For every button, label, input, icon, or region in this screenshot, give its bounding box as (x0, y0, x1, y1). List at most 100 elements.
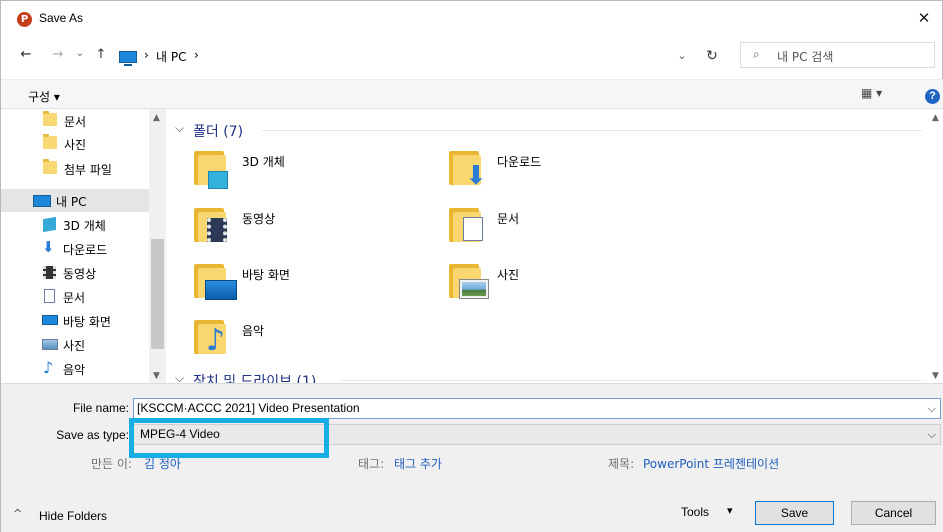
breadcrumb-this-pc[interactable]: 내 PC (156, 48, 186, 65)
file-name-value: [KSCCM·ACCC 2021] Video Presentation (137, 401, 360, 415)
picture-icon (42, 339, 58, 350)
content-scrollbar[interactable]: ▲ ▼ (927, 109, 943, 383)
nav-item-label: 문서 (63, 291, 86, 305)
file-name-input[interactable]: [KSCCM·ACCC 2021] Video Presentation ⌵ (133, 398, 941, 419)
nav-item-pictures-pc[interactable]: 사진 (1, 333, 149, 356)
scroll-down-arrow[interactable]: ▼ (153, 371, 160, 381)
scroll-up-arrow[interactable]: ▲ (153, 113, 160, 123)
folder-tile-desktop[interactable]: 바탕 화면 (194, 262, 414, 308)
nav-item-label: 첨부 파일 (64, 163, 112, 177)
download-icon: ⬇ (42, 238, 55, 256)
drives-group-chevron[interactable]: ⌵ (175, 371, 184, 383)
nav-item-3d-objects[interactable]: 3D 개체 (1, 213, 149, 236)
download-icon: ⬇ (465, 161, 487, 191)
search-box[interactable]: ⌕ 내 PC 검색 (740, 42, 935, 68)
nav-item-label: 문서 (64, 115, 87, 129)
highlight-annotation (129, 418, 329, 458)
nav-item-label: 내 PC (56, 195, 87, 209)
file-list: ⌵ 폴더 (7) 3D 개체 ⬇ 다운로드 동영상 문서 바탕 화면 사진 ♪ … (166, 109, 943, 383)
nav-item-label: 동영상 (63, 267, 97, 281)
drives-group-header[interactable]: 장치 및 드라이브 (1) (193, 371, 316, 383)
save-as-dialog: P Save As ✕ ← → ⌄ ↑ › 내 PC › ⌄ ↻ ⌕ 내 PC … (0, 0, 943, 532)
nav-item-label: 사진 (63, 339, 86, 353)
scroll-down-arrow[interactable]: ▼ (932, 371, 939, 381)
powerpoint-icon: P (17, 12, 32, 27)
folder-icon (43, 134, 57, 149)
folder-tile-3d-objects[interactable]: 3D 개체 (194, 149, 414, 195)
tags-label: 태그: (358, 457, 385, 471)
chevron-up-icon: ^ (13, 507, 23, 520)
music-icon: ♪ (43, 358, 54, 377)
up-button[interactable]: ↑ (90, 44, 112, 66)
folder-tile-downloads[interactable]: ⬇ 다운로드 (449, 149, 669, 195)
chevron-down-icon[interactable]: ⌵ (928, 399, 936, 418)
tools-button[interactable]: Tools ▾ (673, 500, 745, 524)
folder-tile-videos[interactable]: 동영상 (194, 206, 414, 252)
tags-value[interactable]: 태그 추가 (394, 455, 442, 472)
close-button[interactable]: ✕ (912, 7, 936, 29)
dialog-title: Save As (39, 11, 84, 25)
nav-scrollbar[interactable]: ▲ ▼ (149, 109, 166, 383)
breadcrumb-chevron[interactable]: › (194, 48, 199, 62)
nav-item-documents[interactable]: 문서 (1, 109, 149, 132)
document-icon (44, 289, 55, 303)
forward-button[interactable]: → (47, 44, 69, 66)
authors-value[interactable]: 김 정아 (144, 455, 181, 472)
folders-group-chevron[interactable]: ⌵ (175, 121, 184, 136)
nav-item-documents-pc[interactable]: 문서 (1, 285, 149, 308)
organize-button[interactable]: 구성 ▾ (28, 88, 60, 105)
nav-item-label: 음악 (63, 363, 86, 377)
chevron-down-icon[interactable]: ⌵ (928, 425, 936, 444)
nav-item-label: 3D 개체 (63, 219, 106, 233)
folder-label: 사진 (497, 268, 520, 282)
nav-item-pictures[interactable]: 사진 (1, 132, 149, 155)
desktop-icon (205, 280, 237, 300)
nav-item-attachments[interactable]: 첨부 파일 (1, 157, 149, 180)
help-icon[interactable]: ? (925, 89, 940, 104)
picture-icon (459, 279, 489, 299)
scroll-up-arrow[interactable]: ▲ (932, 113, 939, 123)
folder-label: 다운로드 (497, 155, 542, 169)
chevron-down-icon: ▾ (727, 504, 733, 517)
recent-locations-button[interactable]: ⌄ (72, 43, 88, 65)
nav-item-music[interactable]: ♪ 음악 (1, 357, 149, 380)
nav-item-desktop[interactable]: 바탕 화면 (1, 309, 149, 332)
group-divider (262, 130, 922, 131)
cube-icon (208, 171, 228, 189)
film-icon (207, 218, 227, 242)
nav-item-this-pc[interactable]: 내 PC (1, 189, 149, 212)
folder-tile-documents[interactable]: 문서 (449, 206, 669, 252)
nav-scrollbar-thumb[interactable] (151, 239, 164, 349)
folder-tile-music[interactable]: ♪ 음악 (194, 318, 414, 364)
command-bar: 구성 ▾ ▦ ▾ ? (1, 79, 943, 109)
nav-item-downloads[interactable]: ⬇ 다운로드 (1, 237, 149, 260)
pc-icon (119, 51, 137, 66)
folders-group-header[interactable]: 폴더 (7) (193, 121, 243, 141)
folder-label: 동영상 (242, 212, 276, 226)
folder-label: 3D 개체 (242, 155, 285, 169)
folder-icon (43, 159, 57, 174)
nav-item-label: 다운로드 (63, 243, 108, 257)
folder-label: 바탕 화면 (242, 268, 290, 282)
nav-item-videos[interactable]: 동영상 (1, 261, 149, 284)
address-dropdown-button[interactable]: ⌄ (673, 45, 691, 67)
authors-label: 만든 이: (91, 457, 132, 471)
group-divider (341, 380, 921, 381)
title-value[interactable]: PowerPoint 프레젠테이션 (643, 455, 779, 472)
address-bar[interactable] (111, 42, 731, 68)
cancel-button[interactable]: Cancel (851, 501, 936, 525)
nav-item-label: 바탕 화면 (63, 315, 111, 329)
file-name-label: File name: (72, 401, 129, 415)
folder-tile-pictures[interactable]: 사진 (449, 262, 669, 308)
search-placeholder: 내 PC 검색 (777, 50, 834, 64)
desktop-icon (42, 315, 58, 325)
back-button[interactable]: ← (15, 44, 37, 66)
refresh-button[interactable]: ↻ (701, 45, 723, 67)
tools-label: Tools (681, 505, 710, 519)
nav-item-label: 사진 (64, 138, 87, 152)
save-button[interactable]: Save (755, 501, 834, 525)
breadcrumb-separator: › (144, 48, 149, 62)
title-bar: P Save As ✕ (1, 1, 943, 35)
folder-label: 문서 (497, 212, 520, 226)
view-options-button[interactable]: ▦ ▾ (861, 86, 882, 100)
